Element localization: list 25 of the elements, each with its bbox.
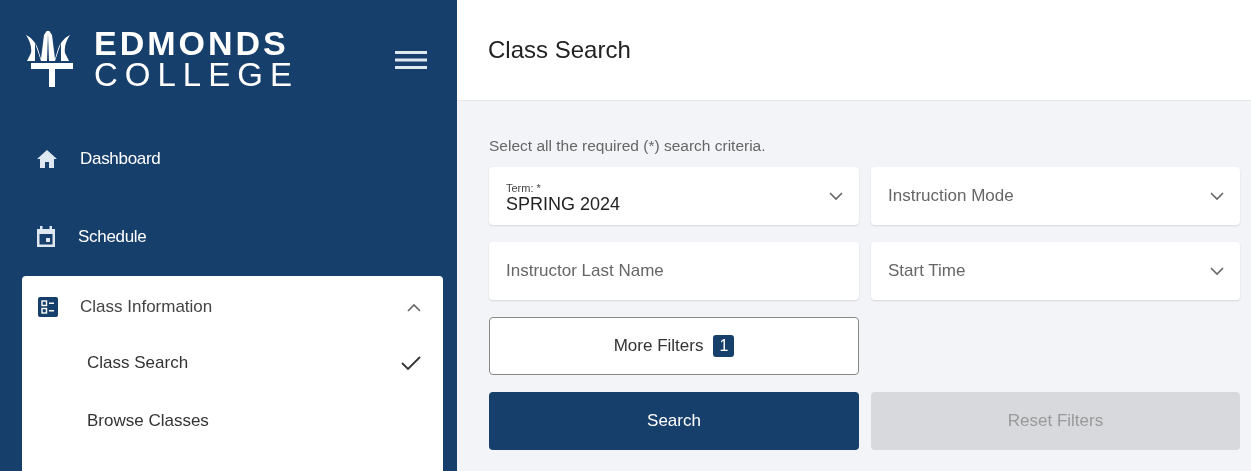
dropdown-icon [1210, 266, 1224, 276]
menu-icon [395, 50, 427, 70]
calendar-icon [36, 226, 56, 248]
nav-link[interactable]: Dashboard [80, 149, 161, 169]
count-badge: 1 [713, 335, 735, 357]
nav-link[interactable]: Schedule [78, 227, 147, 247]
logo-text: COLLEGE [94, 58, 299, 92]
dropdown-icon [829, 191, 843, 201]
menu-button[interactable] [395, 50, 427, 70]
dropdown-field[interactable]: Term: * SPRING 2024 [489, 167, 859, 225]
nav-link[interactable]: Class Search [87, 353, 189, 372]
dropdown-field[interactable]: Instruction Mode [871, 167, 1240, 225]
instructions: Select all the required (*) search criteria. [489, 137, 767, 155]
nav-link[interactable]: Browse Classes [87, 411, 209, 430]
page-title: Class Search [488, 36, 631, 64]
more-filters-button[interactable]: More Filters 1 [489, 317, 859, 375]
search-button[interactable]: Search [489, 392, 859, 450]
collapse-icon [407, 302, 421, 312]
input-field[interactable]: Instructor Last Name [489, 242, 859, 300]
home-icon [36, 149, 58, 169]
dropdown-icon [1210, 191, 1224, 201]
nav-group-label[interactable]: Class Information [80, 297, 385, 317]
list-icon [38, 297, 58, 317]
dropdown-field[interactable]: Start Time [871, 242, 1240, 300]
logo-text: EDMONDS [94, 28, 290, 58]
